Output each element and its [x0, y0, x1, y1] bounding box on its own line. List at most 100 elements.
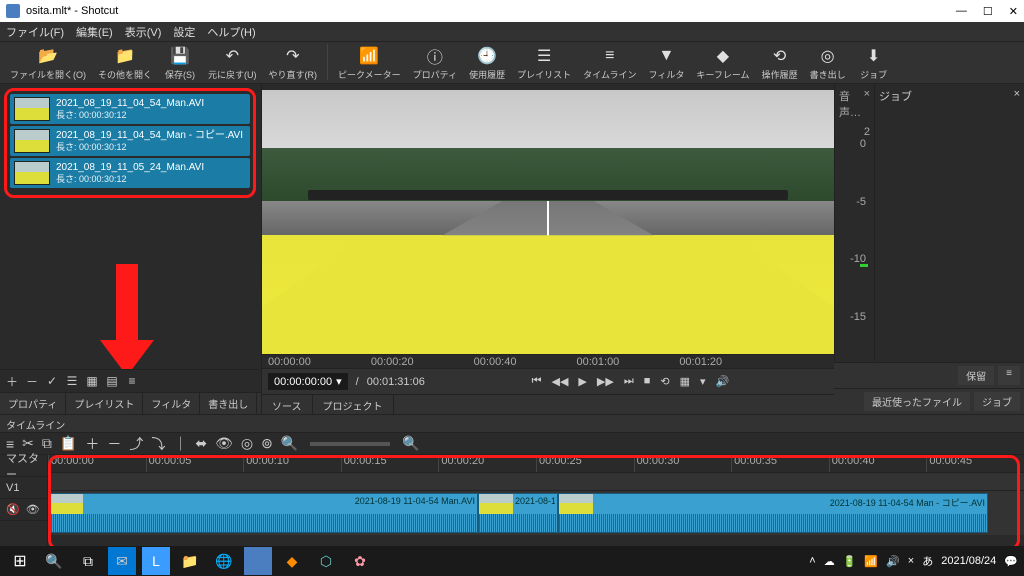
job-button[interactable]: ⬇ジョブ	[852, 44, 896, 83]
open-other-button[interactable]: 📁その他を開く	[92, 44, 158, 83]
save-button[interactable]: 💾保存(S)	[158, 44, 202, 83]
playlist-item[interactable]: 2021_08_19_11_04_54_Man - コピー.AVI長さ: 00:…	[10, 126, 250, 156]
skip-start-icon[interactable]: ⏮	[532, 375, 542, 388]
tab-playlist[interactable]: プレイリスト	[66, 393, 143, 414]
tab-project[interactable]: プロジェクト	[313, 395, 394, 414]
paste-icon[interactable]: 📋	[60, 435, 77, 452]
overwrite-icon[interactable]: ⤵	[151, 434, 165, 454]
copy-icon[interactable]: ⧉	[42, 435, 52, 452]
playlist-item[interactable]: 2021_08_19_11_04_54_Man.AVI長さ: 00:00:30:…	[10, 94, 250, 124]
fastfwd-icon[interactable]: ▶▶	[597, 375, 614, 388]
timeline-clip[interactable]: 2021-08-19 11-04-54 Man.AVI	[48, 493, 478, 533]
close-icon[interactable]: ×	[1014, 88, 1020, 104]
skip-end-icon[interactable]: ⏭	[624, 375, 634, 388]
ripple-icon[interactable]: ◎	[241, 435, 253, 452]
grid-icon[interactable]: ▦	[680, 375, 690, 388]
volume-icon[interactable]: 🔊	[716, 375, 730, 388]
ime-mode-icon[interactable]: あ	[922, 553, 933, 569]
timeline-tracks[interactable]: 00:00:0000:00:0500:00:10 00:00:1500:00:2…	[48, 455, 1024, 552]
tiles-view-icon[interactable]: ▤	[104, 373, 120, 389]
playlist-button[interactable]: ☰プレイリスト	[511, 44, 577, 83]
video-track-1[interactable]: 2021-08-19 11-04-54 Man.AVI 2021-08-19 1…	[48, 491, 1024, 535]
stop-icon[interactable]: ■	[644, 375, 651, 388]
explorer-icon[interactable]: 📁	[176, 547, 204, 575]
search-icon[interactable]: 🔍	[40, 547, 68, 575]
video-preview[interactable]	[262, 90, 834, 354]
wifi-icon[interactable]: 📶	[864, 555, 878, 568]
export-button[interactable]: ◎書き出し	[804, 44, 852, 83]
zoom-dropdown-icon[interactable]: ▾	[700, 375, 706, 388]
master-track[interactable]	[48, 473, 1024, 491]
peakmeter-button[interactable]: 📶ピークメーター	[332, 44, 407, 83]
hold-button[interactable]: 保留	[958, 366, 994, 385]
menu-icon[interactable]: ≡	[124, 373, 140, 389]
timeline-button[interactable]: ≡タイムライン	[577, 44, 642, 83]
mail-icon[interactable]: ✉	[108, 547, 136, 575]
tab-filter[interactable]: フィルタ	[143, 393, 200, 414]
timecode-current[interactable]: 00:00:00:00▾	[268, 373, 348, 390]
menu-settings[interactable]: 設定	[173, 24, 195, 40]
app-icon[interactable]: ◆	[278, 547, 306, 575]
menu-help[interactable]: ヘルプ(H)	[207, 24, 255, 40]
redo-button[interactable]: ↷やり直す(R)	[263, 44, 324, 83]
chrome-icon[interactable]: 🌐	[210, 547, 238, 575]
remove-icon[interactable]: －	[107, 434, 121, 454]
split-icon[interactable]: ｜	[173, 434, 187, 454]
op-history-button[interactable]: ⟲操作履歴	[756, 44, 804, 83]
timeline-ruler[interactable]: 00:00:0000:00:0500:00:10 00:00:1500:00:2…	[48, 455, 1024, 473]
properties-button[interactable]: ⓘプロパティ	[407, 44, 463, 83]
track-master[interactable]: マスター	[0, 455, 47, 477]
history-button[interactable]: 🕘使用履歴	[463, 44, 511, 83]
volume-icon[interactable]: 🔊	[886, 555, 900, 568]
app-icon[interactable]: L	[142, 547, 170, 575]
grid-view-icon[interactable]: ▦	[84, 373, 100, 389]
snap-icon[interactable]: ⬌	[195, 435, 207, 452]
close-button[interactable]: ✕	[1009, 5, 1018, 18]
menu-view[interactable]: 表示(V)	[125, 24, 162, 40]
timeline-clip[interactable]: 2021-08-19 11-04-54 Man.AVI	[478, 493, 558, 533]
taskview-icon[interactable]: ⧉	[74, 547, 102, 575]
notification-icon[interactable]: 💬	[1004, 555, 1018, 568]
loop-icon[interactable]: ⟲	[660, 375, 669, 388]
menu-edit[interactable]: 編集(E)	[76, 24, 113, 40]
list-view-icon[interactable]: ☰	[64, 373, 80, 389]
tab-properties[interactable]: プロパティ	[0, 393, 66, 414]
lift-icon[interactable]: ⤴	[129, 434, 143, 454]
app-icon[interactable]: ✿	[346, 547, 374, 575]
undo-button[interactable]: ↶元に戻す(U)	[202, 44, 263, 83]
maximize-button[interactable]: ☐	[983, 5, 993, 18]
tab-export[interactable]: 書き出し	[200, 393, 257, 414]
check-icon[interactable]: ✓	[44, 373, 60, 389]
app-icon[interactable]: ⬡	[312, 547, 340, 575]
zoom-in-icon[interactable]: 🔍	[281, 435, 298, 452]
add-icon[interactable]: ＋	[4, 373, 20, 389]
append-icon[interactable]: ＋	[85, 434, 99, 454]
open-file-button[interactable]: 📂ファイルを開く(O)	[4, 44, 92, 83]
cloud-icon[interactable]: ☁	[824, 555, 835, 568]
mute-icon[interactable]: 🔇	[6, 503, 20, 516]
tab-source[interactable]: ソース	[262, 395, 313, 414]
hide-icon[interactable]: 👁	[26, 503, 40, 516]
scrub-icon[interactable]: 👁	[215, 435, 233, 452]
playlist-item[interactable]: 2021_08_19_11_05_24_Man.AVI長さ: 00:00:30:…	[10, 158, 250, 188]
chevron-up-icon[interactable]: ˄	[809, 555, 815, 567]
play-icon[interactable]: ▶	[578, 375, 586, 388]
rewind-icon[interactable]: ◀◀	[552, 375, 569, 388]
menu-file[interactable]: ファイル(F)	[6, 24, 64, 40]
close-icon[interactable]: ×	[864, 88, 870, 120]
zoom-slider[interactable]	[310, 442, 390, 446]
tab-jobs[interactable]: ジョブ	[974, 392, 1020, 411]
keyframe-button[interactable]: ◆キーフレーム	[690, 44, 755, 83]
ripple-all-icon[interactable]: ⊚	[261, 435, 273, 452]
timeline-clip[interactable]: 2021-08-19 11-04-54 Man - コピー.AVI	[558, 493, 988, 533]
menu-icon[interactable]: ≡	[998, 366, 1020, 385]
start-button[interactable]: ⊞	[6, 547, 34, 575]
preview-ruler[interactable]: 00:00:00 00:00:20 00:00:40 00:01:00 00:0…	[262, 354, 834, 368]
tab-recent[interactable]: 最近使ったファイル	[864, 392, 970, 411]
battery-icon[interactable]: 🔋	[843, 555, 857, 568]
shotcut-taskbar-icon[interactable]	[244, 547, 272, 575]
remove-icon[interactable]: －	[24, 373, 40, 389]
zoom-out-icon[interactable]: 🔍	[402, 435, 419, 452]
minimize-button[interactable]: —	[956, 5, 967, 18]
filter-button[interactable]: ▼フィルタ	[643, 44, 691, 83]
